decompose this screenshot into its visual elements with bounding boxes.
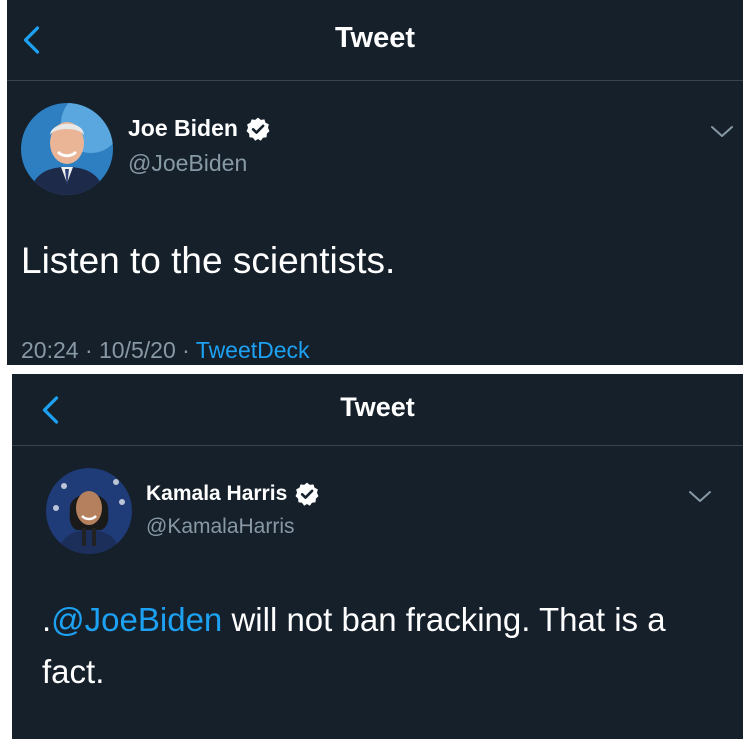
author-name[interactable]: Joe Biden	[128, 115, 238, 142]
tweet-date: 10/5/20	[99, 337, 176, 363]
mention-link[interactable]: @JoeBiden	[51, 601, 222, 638]
author-name-row[interactable]: Kamala Harris	[146, 481, 320, 507]
tweet-text-prefix: .	[42, 601, 52, 638]
tweet-panel-harris: Tweet Kamala Harris @KamalaHarris .@JoeB…	[12, 374, 743, 739]
header-title: Tweet	[340, 392, 415, 422]
avatar-image	[46, 468, 132, 554]
tweet-header: Tweet	[12, 374, 743, 446]
meta-separator: ·	[175, 337, 196, 363]
tweet-text: .@JoeBiden will not ban fracking. That i…	[42, 594, 722, 698]
tweet-source-link[interactable]: TweetDeck	[196, 337, 310, 363]
author-handle[interactable]: @KamalaHarris	[146, 515, 295, 539]
verified-badge-icon	[295, 482, 319, 506]
header-title: Tweet	[334, 22, 416, 54]
tweet-meta: 20:24 · 10/5/20 · TweetDeck	[21, 337, 310, 364]
avatar[interactable]	[46, 468, 132, 554]
chevron-down-icon[interactable]	[687, 489, 713, 505]
tweet-panel-biden: Tweet Joe Biden @JoeBiden Listen to the …	[7, 0, 743, 365]
tweet-text: Listen to the scientists.	[21, 240, 396, 281]
tweet-header: Tweet	[7, 0, 743, 81]
verified-badge-icon	[246, 117, 270, 141]
avatar-image	[21, 103, 113, 195]
meta-separator: ·	[78, 337, 100, 363]
author-name[interactable]: Kamala Harris	[146, 482, 287, 506]
chevron-down-icon[interactable]	[709, 124, 735, 140]
tweet-time: 20:24	[21, 337, 79, 363]
avatar[interactable]	[21, 103, 113, 195]
author-name-row[interactable]: Joe Biden	[128, 115, 271, 142]
author-handle[interactable]: @JoeBiden	[128, 150, 247, 177]
